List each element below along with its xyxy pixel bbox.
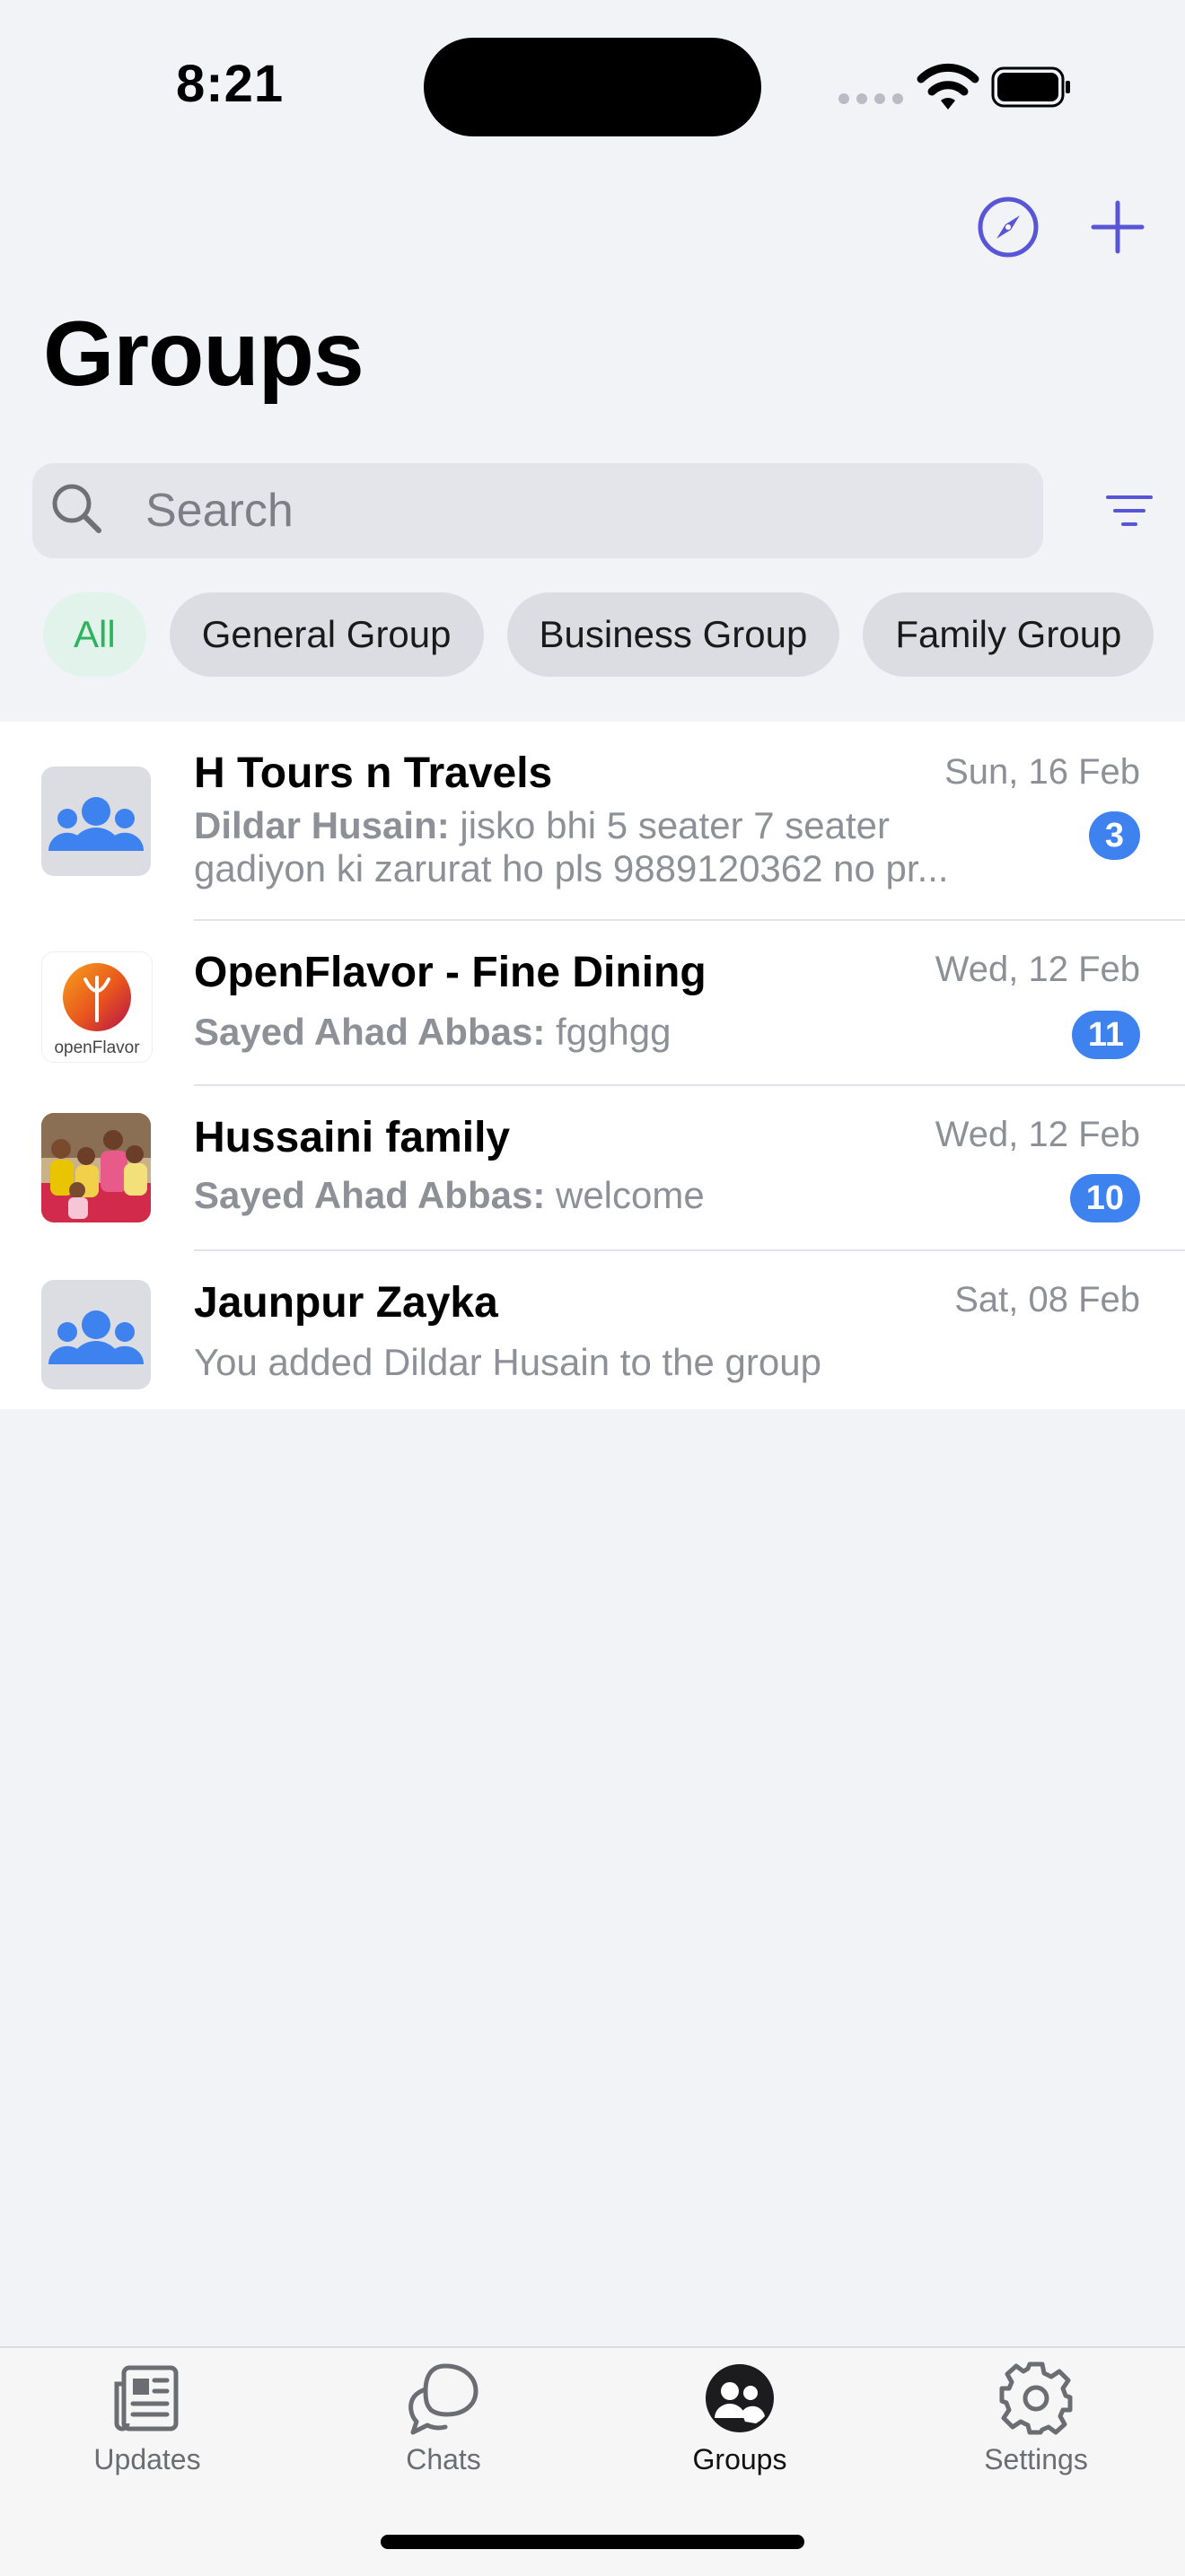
group-name: OpenFlavor - Fine Dining bbox=[194, 949, 707, 996]
group-placeholder-icon bbox=[41, 1280, 151, 1389]
unread-badge: 10 bbox=[1069, 1174, 1140, 1222]
filter-icon[interactable] bbox=[1104, 490, 1154, 531]
message-sender: Dildar Husain: bbox=[194, 804, 450, 846]
filter-chips: All General Group Business Group Family … bbox=[43, 592, 1154, 677]
search-input[interactable] bbox=[113, 463, 1043, 558]
group-name: H Tours n Travels bbox=[194, 749, 553, 797]
message-sender: Sayed Ahad Abbas: bbox=[194, 1174, 546, 1216]
status-time: 8:21 bbox=[176, 55, 285, 113]
group-last-message: You added Dildar Husain to the group bbox=[194, 1341, 821, 1383]
tab-updates[interactable]: Updates bbox=[57, 2359, 237, 2476]
chip-business-group[interactable]: Business Group bbox=[506, 592, 840, 677]
family-photo bbox=[41, 1113, 151, 1222]
chip-family-group[interactable]: Family Group bbox=[863, 592, 1154, 677]
dynamic-island bbox=[424, 38, 761, 136]
group-date: Sat, 08 Feb bbox=[954, 1280, 1140, 1319]
add-group-icon[interactable] bbox=[1090, 199, 1146, 255]
tab-label: Updates bbox=[93, 2443, 201, 2475]
search-icon bbox=[52, 484, 101, 533]
message-sender: Sayed Ahad Abbas: bbox=[194, 1011, 546, 1053]
home-indicator bbox=[381, 2535, 804, 2549]
page-title: Groups bbox=[43, 302, 364, 405]
group-placeholder-icon bbox=[41, 767, 151, 876]
group-last-message: Sayed Ahad Abbas: fgghgg bbox=[194, 1011, 1002, 1054]
cellular-signal-icon bbox=[838, 93, 903, 104]
tab-chats[interactable]: Chats bbox=[354, 2359, 533, 2476]
group-row[interactable]: Jaunpur Zayka Sat, 08 Feb You added Dild… bbox=[0, 1251, 1185, 1409]
openflavor-logo-text: openFlavor bbox=[54, 1038, 140, 1057]
group-name: Jaunpur Zayka bbox=[194, 1279, 498, 1327]
message-text: fgghgg bbox=[555, 1011, 672, 1053]
tab-settings[interactable]: Settings bbox=[946, 2359, 1126, 2476]
chip-general-group[interactable]: General Group bbox=[169, 592, 484, 677]
unread-badge: 3 bbox=[1088, 811, 1140, 860]
tab-label: Groups bbox=[692, 2443, 787, 2475]
group-row[interactable]: Hussaini family Wed, 12 Feb Sayed Ahad A… bbox=[0, 1086, 1185, 1251]
battery-icon bbox=[991, 66, 1070, 108]
unread-badge: 11 bbox=[1071, 1011, 1140, 1059]
tab-groups[interactable]: Groups bbox=[650, 2359, 830, 2476]
group-row[interactable]: H Tours n Travels Sun, 16 Feb Dildar Hus… bbox=[0, 722, 1185, 921]
wifi-icon bbox=[917, 63, 979, 110]
group-date: Wed, 12 Feb bbox=[935, 1115, 1140, 1154]
tab-label: Settings bbox=[984, 2443, 1088, 2475]
group-date: Wed, 12 Feb bbox=[935, 950, 1140, 989]
chat-bubbles-icon bbox=[408, 2363, 478, 2435]
chip-all[interactable]: All bbox=[43, 592, 146, 677]
openflavor-logo: openFlavor bbox=[41, 951, 153, 1063]
group-name: Hussaini family bbox=[194, 1114, 511, 1161]
tab-label: Chats bbox=[406, 2443, 481, 2475]
group-last-message: Dildar Husain: jisko bhi 5 seater 7 seat… bbox=[194, 804, 993, 890]
group-row[interactable]: openFlavor OpenFlavor - Fine Dining Wed,… bbox=[0, 921, 1185, 1086]
group-list: H Tours n Travels Sun, 16 Feb Dildar Hus… bbox=[0, 722, 1185, 1409]
group-date: Sun, 16 Feb bbox=[944, 752, 1140, 792]
message-text: welcome bbox=[555, 1174, 705, 1216]
groups-icon bbox=[706, 2364, 774, 2432]
group-last-message: Sayed Ahad Abbas: welcome bbox=[194, 1174, 1002, 1217]
compass-icon[interactable] bbox=[977, 196, 1040, 258]
search-bar[interactable] bbox=[32, 463, 1043, 558]
gear-icon bbox=[999, 2361, 1073, 2435]
newspaper-icon bbox=[114, 2365, 179, 2431]
